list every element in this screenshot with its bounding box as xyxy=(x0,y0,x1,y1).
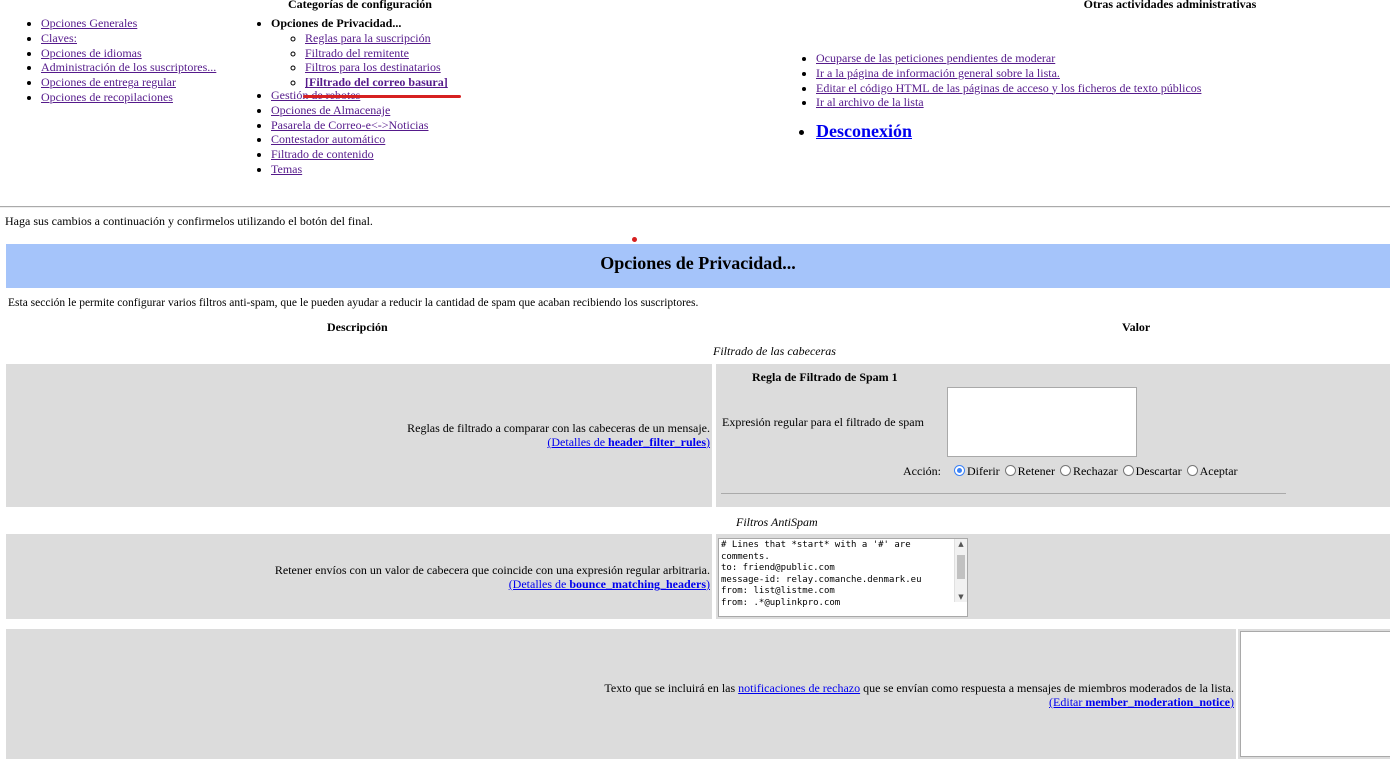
radio-icon[interactable] xyxy=(1004,465,1016,476)
action-label: Acción: xyxy=(903,464,941,478)
section-title-band: Opciones de Privacidad... xyxy=(6,244,1390,288)
rule-divider xyxy=(721,493,1286,494)
admin-ocuparse-de-las-peticiones-pen-link[interactable]: Ocuparse de las peticiones pendientes de… xyxy=(816,51,1055,65)
action-option-label: Rechazar xyxy=(1072,464,1118,478)
admin-ir-al-archivo-de-la-lista-item: Ir al archivo de la lista xyxy=(816,95,1376,110)
nav-temas-link[interactable]: Temas xyxy=(271,162,302,176)
row1-description-cell: Reglas de filtrado a comparar con las ca… xyxy=(6,364,712,507)
bounce-headers-text: # Lines that *start* with a '#' are comm… xyxy=(721,540,922,608)
nav-opciones-de-almacenaje-item: Opciones de Almacenaje xyxy=(271,103,511,118)
admin-ir-al-archivo-de-la-lista-link[interactable]: Ir al archivo de la lista xyxy=(816,95,924,109)
nav-temas-item: Temas xyxy=(271,162,511,177)
row2-details-link[interactable]: (Detalles de bounce_matching_headers) xyxy=(509,577,710,591)
logout-item: Desconexión xyxy=(816,120,1376,142)
nav-contestador-automatico-link[interactable]: Contestador automático xyxy=(271,132,385,146)
nav-column-general: Opciones GeneralesClaves:Opciones de idi… xyxy=(41,16,261,105)
admin-ir-a-la-pagina-de-informacion--item: Ir a la página de información general so… xyxy=(816,66,1376,81)
nav-claves-link[interactable]: Claves: xyxy=(41,31,77,45)
row1-details-link[interactable]: (Detalles de header_filter_rules) xyxy=(547,435,710,449)
radio-icon[interactable] xyxy=(1122,465,1134,476)
rejection-notices-link[interactable]: notificaciones de rechazo xyxy=(738,681,860,695)
radio-icon[interactable] xyxy=(1059,465,1071,476)
nav-opciones-generales-item: Opciones Generales xyxy=(41,16,261,31)
nav-item-privacy: Opciones de Privacidad... Reglas para la… xyxy=(271,16,511,90)
regex-textarea[interactable] xyxy=(947,387,1137,457)
logout-link[interactable]: Desconexión xyxy=(816,121,912,141)
action-radio-aceptar[interactable]: Aceptar xyxy=(1186,464,1238,478)
privacy-subnav: Reglas para la suscripciónFiltrado del r… xyxy=(271,31,511,90)
nav-list-general: Opciones GeneralesClaves:Opciones de idi… xyxy=(41,16,261,105)
rule-title: Regla de Filtrado de Spam 1 xyxy=(752,370,898,384)
nav-opciones-generales-link[interactable]: Opciones Generales xyxy=(41,16,137,30)
admin-ir-a-la-pagina-de-informacion--link[interactable]: Ir a la página de información general so… xyxy=(816,66,1060,80)
instructions-text: Haga sus cambios a continuación y confir… xyxy=(5,214,373,228)
textarea-scrollbar[interactable]: ▲ ▼ xyxy=(954,539,967,602)
row3-description-cell: Texto que se incluirá en las notificacio… xyxy=(6,629,1236,759)
nav-administracion-de-los-suscriptores-link[interactable]: Administración de los suscriptores... xyxy=(41,60,216,74)
nav-pasarela-de-correo-e-noticias-item: Pasarela de Correo-e<->Noticias xyxy=(271,118,511,133)
action-option-label: Diferir xyxy=(967,464,1000,478)
group-header-antispam: Filtros AntiSpam xyxy=(736,515,818,529)
column-header-value: Valor xyxy=(1122,320,1151,334)
regex-label: Expresión regular para el filtrado de sp… xyxy=(722,415,924,429)
subnav-filtrado-del-remitente-link[interactable]: Filtrado del remitente xyxy=(305,46,409,60)
nav-contestador-automatico-item: Contestador automático xyxy=(271,132,511,147)
action-option-label: Aceptar xyxy=(1199,464,1238,478)
admin-links-list: Ocuparse de las peticiones pendientes de… xyxy=(816,51,1376,110)
action-option-label: Retener xyxy=(1017,464,1055,478)
subnav-filtros-para-los-destinatarios-item: Filtros para los destinatarios xyxy=(305,60,511,75)
radio-icon[interactable] xyxy=(1186,465,1198,476)
radio-icon[interactable] xyxy=(954,465,965,476)
row2-value-cell: # Lines that *start* with a '#' are comm… xyxy=(716,534,1390,619)
row1-description: Reglas de filtrado a comparar con las ca… xyxy=(407,421,710,435)
action-radio-retener[interactable]: Retener xyxy=(1004,464,1055,478)
admin-editar-el-codigo-html-de-las-p-item: Editar el código HTML de las páginas de … xyxy=(816,81,1376,96)
red-dot-annotation xyxy=(632,237,637,242)
nav-administracion-de-los-suscriptores-item: Administración de los suscriptores... xyxy=(41,60,261,75)
section-title: Opciones de Privacidad... xyxy=(600,253,796,273)
nav-opciones-de-recopilaciones-item: Opciones de recopilaciones xyxy=(41,90,261,105)
nav-filtrado-de-contenido-link[interactable]: Filtrado de contenido xyxy=(271,147,374,161)
section-description: Esta sección le permite configurar vario… xyxy=(8,297,699,309)
row3-description: Texto que se incluirá en las notificacio… xyxy=(604,681,1234,695)
admin-ocuparse-de-las-peticiones-pen-item: Ocuparse de las peticiones pendientes de… xyxy=(816,51,1376,66)
row2-description: Retener envíos con un valor de cabecera … xyxy=(274,563,710,577)
row3-value-cell xyxy=(1238,629,1390,759)
nav-pasarela-de-correo-e-noticias-link[interactable]: Pasarela de Correo-e<->Noticias xyxy=(271,118,428,132)
bounce-headers-textarea[interactable]: # Lines that *start* with a '#' are comm… xyxy=(718,538,968,617)
nav-opciones-de-recopilaciones-link[interactable]: Opciones de recopilaciones xyxy=(41,90,173,104)
categories-heading: Categorías de configuración xyxy=(288,0,432,11)
action-radio-group: Acción: Diferir Retener Rechazar Descartar A… xyxy=(903,464,1243,479)
nav-opciones-de-idiomas-link[interactable]: Opciones de idiomas xyxy=(41,46,142,60)
subnav-reglas-para-la-suscripcion-link[interactable]: Reglas para la suscripción xyxy=(305,31,431,45)
other-activities-heading: Otras actividades administrativas xyxy=(1083,0,1257,11)
action-radio-diferir[interactable]: Diferir xyxy=(954,464,1000,478)
separator xyxy=(0,206,1390,208)
nav-filtrado-de-contenido-item: Filtrado de contenido xyxy=(271,147,511,162)
group-header-filtering: Filtrado de las cabeceras xyxy=(713,344,836,358)
moderation-notice-textarea[interactable] xyxy=(1240,631,1390,757)
row1-value-cell: Regla de Filtrado de Spam 1 Expresión re… xyxy=(716,364,1390,507)
red-underline-annotation xyxy=(303,95,461,98)
admin-editar-el-codigo-html-de-las-p-link[interactable]: Editar el código HTML de las páginas de … xyxy=(816,81,1201,95)
row3-edit-link[interactable]: (Editar member_moderation_notice) xyxy=(1049,695,1234,709)
column-header-description: Descripción xyxy=(327,320,388,334)
nav-column-admin: Ocuparse de las peticiones pendientes de… xyxy=(816,51,1376,142)
nav-opciones-de-entrega-regular-link[interactable]: Opciones de entrega regular xyxy=(41,75,176,89)
nav-opciones-de-idiomas-item: Opciones de idiomas xyxy=(41,46,261,61)
subnav-filtrado-del-remitente-item: Filtrado del remitente xyxy=(305,46,511,61)
action-radio-descartar[interactable]: Descartar xyxy=(1122,464,1182,478)
nav-claves-item: Claves: xyxy=(41,31,261,46)
subnav-reglas-para-la-suscripcion-item: Reglas para la suscripción xyxy=(305,31,511,46)
action-option-label: Descartar xyxy=(1135,464,1182,478)
nav-opciones-de-almacenaje-link[interactable]: Opciones de Almacenaje xyxy=(271,103,390,117)
nav-opciones-de-entrega-regular-item: Opciones de entrega regular xyxy=(41,75,261,90)
nav-list-categories: Gestión de rebotesOpciones de Almacenaje… xyxy=(271,88,511,177)
action-radio-rechazar[interactable]: Rechazar xyxy=(1059,464,1118,478)
row2-description-cell: Retener envíos con un valor de cabecera … xyxy=(6,534,712,619)
subnav-filtros-para-los-destinatarios-link[interactable]: Filtros para los destinatarios xyxy=(305,60,441,74)
